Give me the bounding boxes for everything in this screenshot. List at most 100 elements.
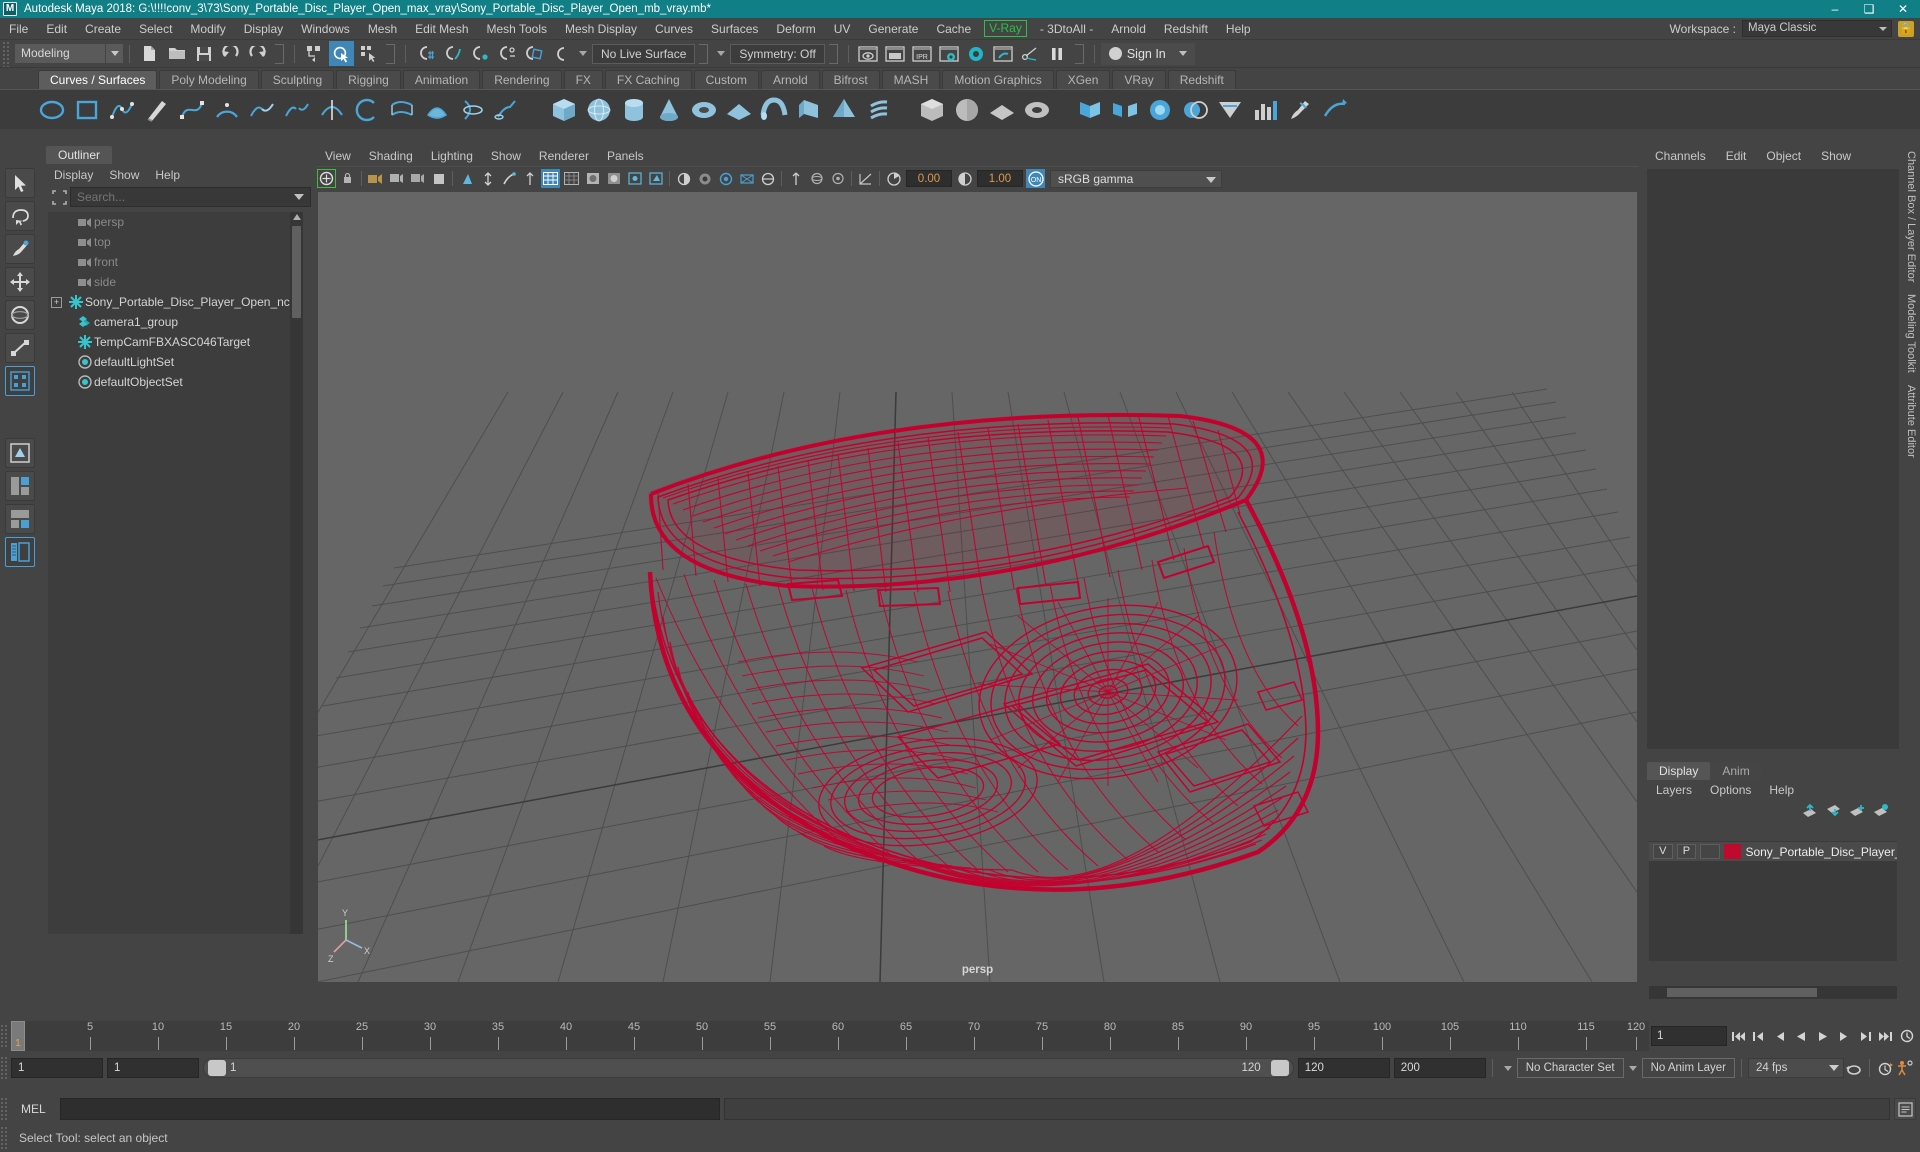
menu-display[interactable]: Display <box>235 18 292 40</box>
select-component-button[interactable] <box>356 41 381 66</box>
help-line-grip[interactable] <box>0 1126 8 1150</box>
paint-select-tool[interactable] <box>5 234 35 264</box>
color-space-dropdown[interactable]: sRGB gamma <box>1050 169 1222 188</box>
channel-box-menu-object[interactable]: Object <box>1756 149 1811 163</box>
nurbs-square-icon[interactable] <box>71 94 102 125</box>
lighting-mode-icon[interactable] <box>625 169 644 188</box>
pencil-curve-tool-icon[interactable] <box>141 94 172 125</box>
menu-modify[interactable]: Modify <box>181 18 234 40</box>
select-tool[interactable] <box>5 168 35 198</box>
paint-tool-icon[interactable] <box>1284 94 1315 125</box>
viewport-menu-shading[interactable]: Shading <box>360 149 422 163</box>
viewport-menu-show[interactable]: Show <box>482 149 530 163</box>
shelf-tab-fx[interactable]: FX <box>563 70 603 89</box>
smooth-shade-icon[interactable] <box>562 169 581 188</box>
vtab-channel-box-layer-editor[interactable]: Channel Box / Layer Editor <box>1903 145 1919 288</box>
gate-mask-icon[interactable] <box>499 169 518 188</box>
scale-tool[interactable] <box>5 333 35 363</box>
outliner-persp-layout-button[interactable] <box>5 537 35 567</box>
snap-to-curve-button[interactable] <box>440 41 465 66</box>
open-close-curve-icon[interactable] <box>351 94 382 125</box>
outliner-item-tempcam-target[interactable]: TempCamFBXASC046Target <box>48 332 303 352</box>
shelf-tab-poly-modeling[interactable]: Poly Modeling <box>159 70 259 89</box>
menu-vray[interactable]: V-Ray <box>984 20 1027 37</box>
isolate-select-icon[interactable] <box>786 169 805 188</box>
toggle-render-region-button[interactable] <box>1018 41 1043 66</box>
lock-icon[interactable]: 🔒 <box>1898 20 1914 37</box>
render-view-button[interactable] <box>856 41 881 66</box>
shelf-tab-bifrost[interactable]: Bifrost <box>821 70 880 89</box>
step-back-key-button[interactable] <box>1750 1026 1769 1046</box>
channel-box-content[interactable] <box>1647 169 1899 749</box>
rotate-tool[interactable] <box>5 300 35 330</box>
chevron-down-icon[interactable] <box>579 51 587 56</box>
workspace-dropdown[interactable]: Maya Classic <box>1742 20 1892 37</box>
poly-pipe-icon[interactable] <box>758 94 789 125</box>
menu-windows[interactable]: Windows <box>292 18 359 40</box>
detach-curves-icon[interactable] <box>281 94 312 125</box>
separate-mesh-icon[interactable] <box>1109 94 1140 125</box>
transfer-attributes-icon[interactable] <box>1319 94 1350 125</box>
poly-sphere-icon[interactable] <box>583 94 614 125</box>
menu-cache[interactable]: Cache <box>927 18 980 40</box>
textured-mode-icon[interactable] <box>604 169 623 188</box>
scroll-up-icon[interactable] <box>292 214 301 220</box>
outliner-item-persp[interactable]: persp <box>48 212 303 232</box>
animation-end-time-field[interactable]: 200 <box>1393 1058 1486 1078</box>
animation-preferences-button[interactable] <box>1895 1058 1914 1078</box>
outliner-menu-show[interactable]: Show <box>101 168 147 182</box>
snap-to-view-plane-button[interactable] <box>521 41 546 66</box>
go-to-start-button[interactable] <box>1729 1026 1748 1046</box>
menu-edit-mesh[interactable]: Edit Mesh <box>406 18 477 40</box>
channel-box-menu-show[interactable]: Show <box>1811 149 1861 163</box>
animation-preferences-button[interactable] <box>1897 1026 1916 1046</box>
xray-mode-icon[interactable] <box>807 169 826 188</box>
exposure-slider-icon[interactable] <box>856 169 875 188</box>
three-pane-layout-button[interactable] <box>5 504 35 534</box>
wireframe-shading-icon[interactable] <box>541 169 560 188</box>
select-set-icon[interactable] <box>48 187 70 207</box>
menu-file[interactable]: File <box>0 18 37 40</box>
snap-to-grid-button[interactable] <box>413 41 438 66</box>
scrollbar-thumb[interactable] <box>292 226 301 318</box>
status-line-grip[interactable] <box>2 40 11 67</box>
color-management-toggle-icon[interactable]: ON <box>1026 169 1045 188</box>
make-live-button[interactable] <box>548 41 573 66</box>
menu-surfaces[interactable]: Surfaces <box>702 18 767 40</box>
shelf-tab-xgen[interactable]: XGen <box>1055 70 1111 89</box>
shelf-tab-arnold[interactable]: Arnold <box>760 70 820 89</box>
motion-blur-icon[interactable] <box>695 169 714 188</box>
lasso-tool[interactable] <box>5 201 35 231</box>
ep-curve-tool-icon[interactable] <box>106 94 137 125</box>
viewport-menu-panels[interactable]: Panels <box>598 149 653 163</box>
shelf-tab-fx-caching[interactable]: FX Caching <box>604 70 692 89</box>
auto-keyframe-toggle-button[interactable] <box>1876 1058 1895 1078</box>
poly-cylinder-icon[interactable] <box>618 94 649 125</box>
screen-space-ao-icon[interactable] <box>674 169 693 188</box>
nurbs-circle-icon[interactable] <box>36 94 67 125</box>
menu-mesh-tools[interactable]: Mesh Tools <box>478 18 556 40</box>
tab-anim-layers[interactable]: Anim <box>1710 762 1762 780</box>
search-input[interactable] <box>71 190 294 204</box>
bezier-curve-tool-icon[interactable] <box>176 94 207 125</box>
script-language-label[interactable]: MEL <box>11 1102 60 1116</box>
outliner-item-sony-portable-disc-player[interactable]: + Sony_Portable_Disc_Player_Open_ncl <box>48 292 303 312</box>
play-forwards-button[interactable] <box>1813 1026 1832 1046</box>
attach-curves-icon[interactable] <box>246 94 277 125</box>
shelf-tab-curves-surfaces[interactable]: Curves / Surfaces <box>38 70 158 89</box>
viewport-menu-renderer[interactable]: Renderer <box>530 149 598 163</box>
move-layer-up-icon[interactable] <box>1802 803 1817 817</box>
outliner-tree[interactable]: persp top front side + Sony_Portable_Dis… <box>48 212 303 934</box>
shelf-tab-animation[interactable]: Animation <box>402 70 481 89</box>
exposure-value-field[interactable]: 0.00 <box>906 170 952 187</box>
xray-joints-icon[interactable] <box>828 169 847 188</box>
chevron-down-icon[interactable] <box>717 51 726 56</box>
select-hierarchy-button[interactable] <box>302 41 327 66</box>
current-frame-field[interactable]: 1 <box>1651 1026 1727 1046</box>
move-tool[interactable] <box>5 267 35 297</box>
menu-mesh-display[interactable]: Mesh Display <box>556 18 646 40</box>
render-setup-button[interactable] <box>991 41 1016 66</box>
close-button[interactable]: ✕ <box>1886 0 1920 18</box>
step-back-frame-button[interactable] <box>1771 1026 1790 1046</box>
menu-uv[interactable]: UV <box>825 18 860 40</box>
